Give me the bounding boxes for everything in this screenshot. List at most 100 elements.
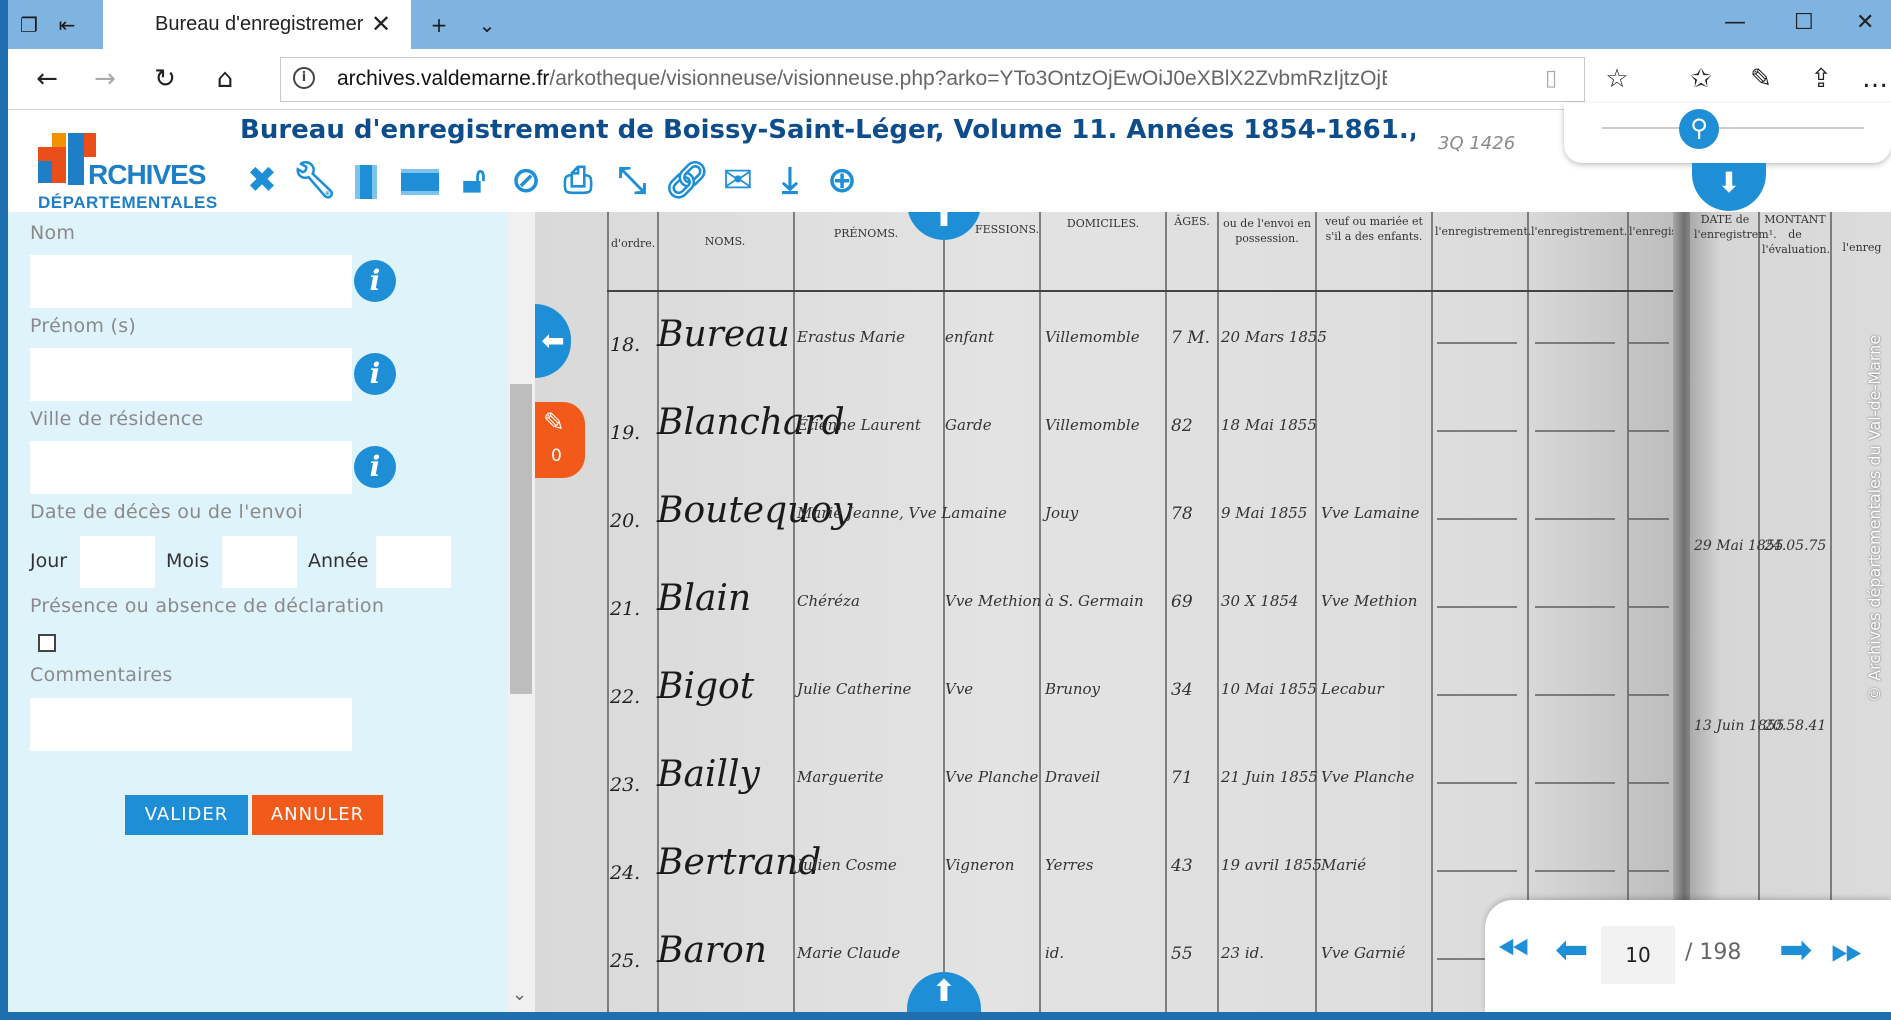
email-icon[interactable]: ✉ [716, 159, 760, 203]
register-dash-line [1629, 606, 1669, 608]
register-cell-prenom: Erastus Marie [797, 328, 906, 346]
register-cell-age: 69 [1171, 592, 1193, 612]
nom-label: Nom [30, 222, 76, 244]
maximize-icon[interactable]: ☐ [1794, 10, 1814, 35]
register-cell-prenom: Julien Cosme [797, 856, 897, 874]
register-dash-line [1629, 342, 1669, 344]
last-page-icon[interactable]: ⏩︎ [1831, 930, 1863, 970]
register-header: ÂGES. [1174, 215, 1210, 228]
nom-input[interactable] [30, 255, 352, 308]
register-cell-etat: Lecabur [1321, 680, 1384, 698]
register-cell-date: 10 Mai 1855 [1221, 680, 1317, 698]
info-icon[interactable]: i [354, 260, 396, 302]
register-dash-line [1629, 870, 1669, 872]
close-window-icon[interactable]: ✕ [1856, 10, 1874, 35]
close-viewer-icon[interactable]: ✖ [240, 159, 284, 203]
register-page: d'ordre. NOMS. PRÉNOMS. FESSIONS. DOMICI… [535, 212, 1680, 1012]
register-dash-line [1535, 606, 1615, 608]
favorite-star-icon[interactable]: ☆ [1600, 63, 1634, 95]
zoom-panel: ⚲ [1564, 103, 1891, 163]
register-row-number: 19. [610, 422, 641, 444]
register-cell-date: 21 Juin 1855 [1221, 768, 1318, 786]
more-menu-icon[interactable]: … [1858, 63, 1891, 95]
close-tab-icon[interactable]: ✕ [371, 10, 391, 38]
back-icon[interactable]: ← [30, 63, 64, 95]
new-tab-icon[interactable]: + [426, 12, 452, 38]
scroll-down-chevron-icon[interactable]: ⌄ [512, 984, 527, 1005]
register-header: ou de l'envoi en possession. [1223, 217, 1311, 245]
tab-title: Bureau d'enregistremer [155, 13, 364, 35]
register-row-name: Bigot [657, 666, 755, 707]
fullscreen-arrow-icon[interactable]: ⤡ [610, 159, 654, 203]
favorites-hub-icon[interactable]: ✩ [1684, 63, 1718, 95]
previous-page-icon[interactable]: ⬅ [1555, 930, 1589, 970]
register-amount-cell: 20.58.41 [1764, 718, 1827, 734]
url-text: archives.valdemarne.fr/arkotheque/vision… [337, 67, 1387, 91]
navigation-bar: ← → ↻ ⌂ i archives.valdemarne.fr/arkothe… [8, 49, 1891, 110]
lock-plus-icon[interactable]: ⊕ [820, 159, 864, 203]
set-tabs-aside-icon[interactable]: ⇤ [54, 12, 80, 38]
mois-input[interactable] [222, 536, 297, 588]
commentaires-input[interactable] [30, 698, 352, 751]
address-bar[interactable]: i archives.valdemarne.fr/arkotheque/visi… [280, 57, 1585, 102]
download-icon[interactable]: ⤓ [768, 159, 812, 203]
forward-icon[interactable]: → [88, 63, 122, 95]
document-title: Bureau d'enregistrement de Boissy-Saint-… [240, 115, 1415, 145]
register-cell-prenom: Marie Claude [797, 944, 901, 962]
register-cell-dom: à S. Germain [1045, 592, 1144, 610]
register-row-name: Baron [657, 930, 767, 971]
info-icon[interactable]: i [354, 446, 396, 488]
next-page-icon[interactable]: ➡ [1779, 930, 1813, 970]
register-cell-date: 18 Mai 1855 [1221, 416, 1317, 434]
presence-checkbox[interactable] [38, 634, 56, 652]
register-dash-line [1437, 342, 1517, 344]
fit-height-icon[interactable] [344, 159, 388, 203]
minimize-icon[interactable]: — [1724, 10, 1746, 35]
annotation-tab[interactable]: ✎ 0 [535, 402, 585, 478]
home-icon[interactable]: ⌂ [208, 63, 242, 95]
register-cell-dom: Jouy [1045, 504, 1079, 522]
first-page-icon[interactable]: ⏪︎ [1497, 930, 1529, 970]
tools-wrench-icon[interactable]: 🔧︎ [292, 159, 338, 203]
document-viewer[interactable]: d'ordre. NOMS. PRÉNOMS. FESSIONS. DOMICI… [535, 212, 1891, 1012]
zoom-slider-track[interactable] [1602, 127, 1864, 129]
link-icon[interactable]: 🔗︎ [664, 159, 710, 203]
unlock-icon[interactable]: 🔓︎ [452, 159, 496, 203]
ville-input[interactable] [30, 441, 352, 494]
jour-input[interactable] [80, 536, 155, 588]
fit-width-icon[interactable] [398, 159, 442, 203]
commentaires-label: Commentaires [30, 664, 173, 686]
register-cell-age: 71 [1171, 768, 1193, 788]
register-cell-dom: Villemomble [1045, 416, 1140, 434]
presence-label: Présence ou absence de déclaration [30, 595, 385, 617]
register-cell-etat: Vve Lamaine [1321, 504, 1420, 522]
annuler-button[interactable]: ANNULER [252, 795, 383, 835]
site-header: RCHIVES DÉPARTEMENTALES Bureau d'enregis… [8, 103, 1891, 212]
register-row-number: 24. [610, 862, 641, 884]
collapse-down-arrow-icon[interactable]: ⬇ [1692, 163, 1766, 211]
copyright-watermark: © Archives départementales du Val-de-Mar… [1865, 334, 1884, 702]
browser-tab[interactable]: Bureau d'enregistremer ✕ [103, 0, 411, 49]
current-page-input[interactable]: 10 [1601, 926, 1675, 984]
forbidden-icon[interactable]: ⊘ [504, 159, 548, 203]
tab-actions-icon[interactable]: ❐ [16, 12, 42, 38]
valider-button[interactable]: VALIDER [125, 795, 248, 835]
info-icon[interactable]: i [354, 353, 396, 395]
zoom-magnifier-icon[interactable]: ⚲ [1679, 109, 1719, 149]
print-icon[interactable]: ⎙ [556, 159, 600, 203]
refresh-icon[interactable]: ↻ [148, 63, 182, 95]
register-cell-prof: Vve [945, 680, 974, 698]
register-row-number: 21. [610, 598, 641, 620]
share-icon[interactable]: ⇪ [1804, 63, 1838, 95]
annee-input[interactable] [376, 536, 451, 588]
reading-view-icon[interactable]: ▯ [1545, 66, 1557, 91]
tab-list-chevron-icon[interactable]: ⌄ [474, 12, 500, 38]
prenom-input[interactable] [30, 348, 352, 401]
archives-logo[interactable]: RCHIVES DÉPARTEMENTALES [28, 121, 223, 212]
register-dash-line [1629, 694, 1669, 696]
web-note-pen-icon[interactable]: ✎ [1744, 63, 1778, 95]
panel-scrollbar-thumb[interactable] [510, 384, 532, 694]
indexing-form-panel: Nom i Prénom (s) i Ville de résidence i … [8, 212, 535, 1012]
site-info-icon[interactable]: i [293, 67, 315, 89]
register-header: FESSIONS. [975, 223, 1040, 236]
